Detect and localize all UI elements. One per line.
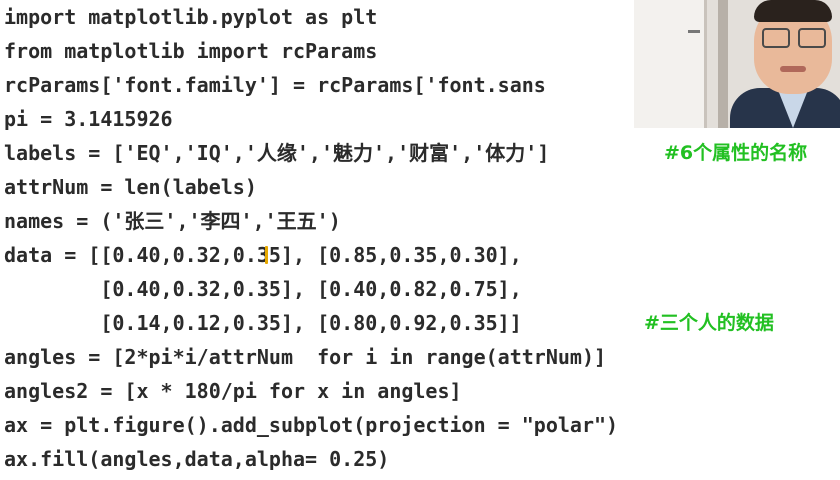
code-line-13[interactable]: ax = plt.figure().add_subplot(projection… — [4, 408, 618, 442]
code-line-5[interactable]: labels = ['EQ','IQ','人缘','魅力','财富','体力'] — [4, 136, 549, 170]
webcam-glasses-right — [798, 28, 826, 48]
code-line-8[interactable]: data = [[0.40,0.32,0.35], [0.85,0.35,0.3… — [4, 238, 522, 272]
code-line-9[interactable]: [0.40,0.32,0.35], [0.40,0.82,0.75], — [4, 272, 521, 306]
text-cursor — [265, 246, 268, 264]
webcam-door-frame — [718, 0, 728, 128]
code-line-3[interactable]: rcParams['font.family'] = rcParams['font… — [4, 68, 546, 102]
code-line-11[interactable]: angles = [2*pi*i/attrNum for i in range(… — [4, 340, 606, 374]
webcam-presenter-hair — [754, 0, 832, 22]
code-line-10[interactable]: [0.14,0.12,0.35], [0.80,0.92,0.35]] — [4, 306, 521, 340]
webcam-door-handle — [688, 30, 700, 33]
webcam-door — [634, 0, 707, 128]
code-line-14[interactable]: ax.fill(angles,data,alpha= 0.25) — [4, 442, 389, 476]
code-line-2[interactable]: from matplotlib import rcParams — [4, 34, 377, 68]
webcam-glasses-left — [762, 28, 790, 48]
code-comment-labels: #6个属性的名称 — [664, 142, 808, 164]
code-line-1[interactable]: import matplotlib.pyplot as plt — [4, 0, 377, 34]
code-editor[interactable]: import matplotlib.pyplot as plt from mat… — [0, 0, 840, 480]
webcam-presenter-mouth — [780, 66, 806, 72]
code-line-12[interactable]: angles2 = [x * 180/pi for x in angles] — [4, 374, 462, 408]
code-line-7[interactable]: names = ('张三','李四','王五') — [4, 204, 341, 238]
code-comment-data: #三个人的数据 — [644, 312, 774, 334]
code-line-4[interactable]: pi = 3.1415926 — [4, 102, 173, 136]
code-line-6[interactable]: attrNum = len(labels) — [4, 170, 257, 204]
webcam-overlay — [634, 0, 840, 128]
